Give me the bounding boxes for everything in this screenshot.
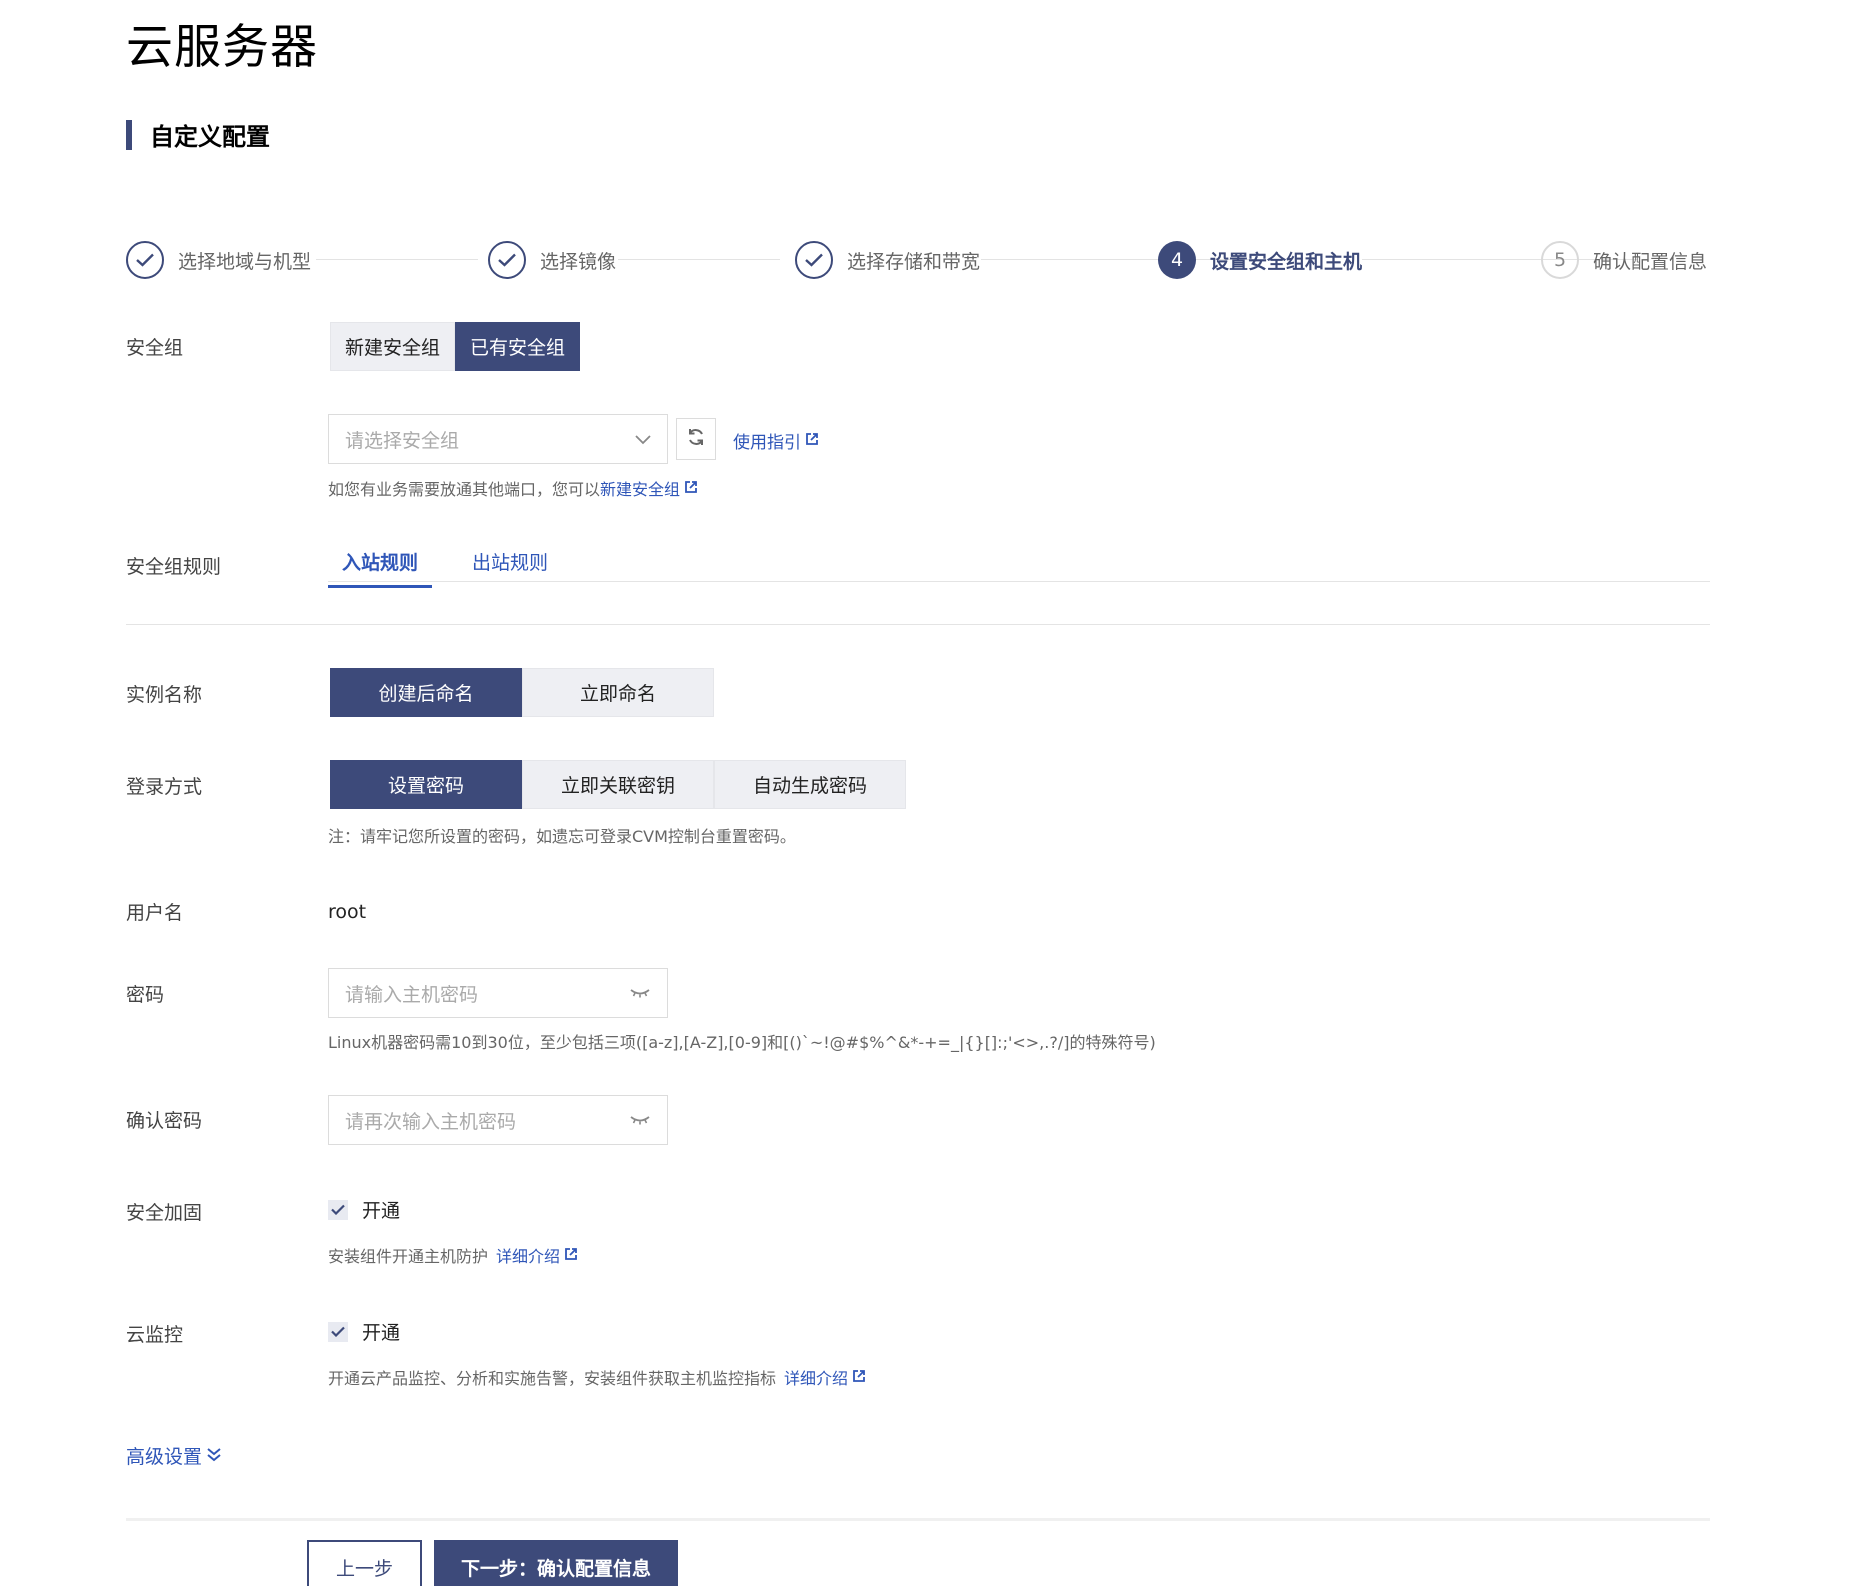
step-4-label: 设置安全组和主机	[1210, 250, 1363, 273]
advanced-settings-label: 高级设置	[126, 1446, 203, 1468]
external-link-icon	[852, 1368, 866, 1387]
eye-closed-icon[interactable]	[629, 984, 651, 1003]
external-link-icon	[684, 479, 698, 498]
security-hardening-label: 安全加固	[126, 1202, 203, 1224]
step-4: 4 设置安全组和主机	[1158, 240, 1362, 280]
advanced-settings-toggle[interactable]: 高级设置	[126, 1442, 222, 1469]
security-hardening-detail-link[interactable]: 详细介绍	[496, 1243, 560, 1267]
usage-guide-link[interactable]: 使用指引	[733, 428, 819, 453]
step-1-label: 选择地域与机型	[178, 250, 312, 273]
new-security-group-button[interactable]: 新建安全组	[330, 322, 455, 371]
name-now-button[interactable]: 立即命名	[522, 668, 714, 717]
security-group-hint-text: 如您有业务需要放通其他端口，您可以	[328, 480, 601, 499]
refresh-button[interactable]	[676, 418, 716, 460]
external-link-icon	[564, 1246, 578, 1265]
step-1: 选择地域与机型	[126, 240, 311, 280]
next-step-button[interactable]: 下一步：确认配置信息	[434, 1540, 678, 1586]
name-after-create-button[interactable]: 创建后命名	[330, 668, 522, 717]
previous-step-button[interactable]: 上一步	[307, 1540, 422, 1586]
step-connector	[618, 259, 780, 260]
password-placeholder: 请输入主机密码	[345, 983, 479, 1006]
security-group-hint: 如您有业务需要放通其他端口，您可以 新建安全组	[328, 476, 698, 500]
set-password-button[interactable]: 设置密码	[330, 760, 522, 809]
section-accent-bar	[126, 119, 132, 150]
rules-tabs: 入站规则 出站规则	[328, 548, 1710, 588]
external-link-icon	[805, 431, 819, 450]
confirm-password-input[interactable]: 请再次输入主机密码	[328, 1095, 668, 1145]
step-5-label: 确认配置信息	[1593, 250, 1708, 273]
cloud-monitor-label: 云监控	[126, 1324, 184, 1346]
security-hardening-hint-text: 安装组件开通主机防护	[328, 1247, 489, 1266]
existing-security-group-button[interactable]: 已有安全组	[455, 322, 580, 371]
chevron-down-icon	[635, 430, 651, 449]
section-title: 自定义配置	[126, 118, 270, 151]
section-divider	[126, 624, 1710, 625]
page-title: 云服务器	[126, 20, 318, 75]
check-icon	[795, 241, 833, 279]
check-icon	[126, 241, 164, 279]
security-group-label: 安全组	[126, 337, 184, 359]
tab-inbound-rules[interactable]: 入站规则	[328, 548, 432, 588]
security-group-toggle: 新建安全组 已有安全组	[330, 322, 580, 371]
security-hardening-checkbox[interactable]	[328, 1199, 348, 1220]
confirm-password-label: 确认密码	[126, 1110, 203, 1132]
login-note: 注：请牢记您所设置的密码，如遗忘可登录CVM控制台重置密码。	[328, 827, 796, 846]
password-input[interactable]: 请输入主机密码	[328, 968, 668, 1018]
security-hardening-checkbox-label: 开通	[362, 1200, 401, 1222]
instance-name-toggle: 创建后命名 立即命名	[330, 668, 714, 717]
step-5: 5 确认配置信息	[1541, 240, 1707, 280]
password-label: 密码	[126, 984, 165, 1006]
security-hardening-checkbox-row[interactable]: 开通	[328, 1196, 400, 1223]
step-connector	[316, 259, 478, 260]
step-5-number: 5	[1541, 241, 1579, 279]
check-icon	[488, 241, 526, 279]
login-method-toggle: 设置密码 立即关联密钥 自动生成密码	[330, 760, 906, 809]
cloud-monitor-checkbox[interactable]	[328, 1321, 348, 1342]
instance-name-label: 实例名称	[126, 684, 203, 706]
password-hint: Linux机器密码需10到30位，至少包括三项([a-z],[A-Z],[0-9…	[328, 1033, 1156, 1052]
cloud-monitor-hint-text: 开通云产品监控、分析和实施告警，安装组件获取主机监控指标	[328, 1369, 777, 1388]
confirm-password-placeholder: 请再次输入主机密码	[345, 1110, 517, 1133]
security-group-select-placeholder: 请选择安全组	[345, 429, 460, 452]
step-3-label: 选择存储和带宽	[847, 250, 981, 273]
security-hardening-hint: 安装组件开通主机防护 详细介绍	[328, 1243, 578, 1267]
double-chevron-down-icon	[206, 1446, 222, 1466]
step-indicator: 选择地域与机型 选择镜像 选择存储和带宽 4 设置安全组和主机 5 确认配置信息	[126, 240, 1710, 280]
cloud-monitor-hint: 开通云产品监控、分析和实施告警，安装组件获取主机监控指标 详细介绍	[328, 1365, 866, 1389]
eye-closed-icon[interactable]	[629, 1111, 651, 1130]
cloud-monitor-checkbox-row[interactable]: 开通	[328, 1318, 400, 1345]
rules-label: 安全组规则	[126, 556, 222, 578]
step-2-label: 选择镜像	[540, 250, 617, 273]
cloud-monitor-detail-link[interactable]: 详细介绍	[784, 1365, 848, 1389]
username-label: 用户名	[126, 902, 184, 924]
cloud-monitor-checkbox-label: 开通	[362, 1322, 401, 1344]
step-2: 选择镜像	[488, 240, 616, 280]
tab-outbound-rules[interactable]: 出站规则	[472, 548, 548, 585]
refresh-icon	[686, 427, 706, 451]
security-group-select[interactable]: 请选择安全组	[328, 414, 668, 464]
step-3: 选择存储和带宽	[795, 240, 980, 280]
section-title-text: 自定义配置	[150, 123, 270, 151]
new-security-group-link[interactable]: 新建安全组	[600, 476, 680, 500]
username-value: root	[328, 901, 367, 923]
step-4-number: 4	[1158, 241, 1196, 279]
bind-key-button[interactable]: 立即关联密钥	[522, 760, 714, 809]
usage-guide-text: 使用指引	[733, 433, 801, 453]
login-method-label: 登录方式	[126, 776, 203, 798]
auto-password-button[interactable]: 自动生成密码	[714, 760, 906, 809]
